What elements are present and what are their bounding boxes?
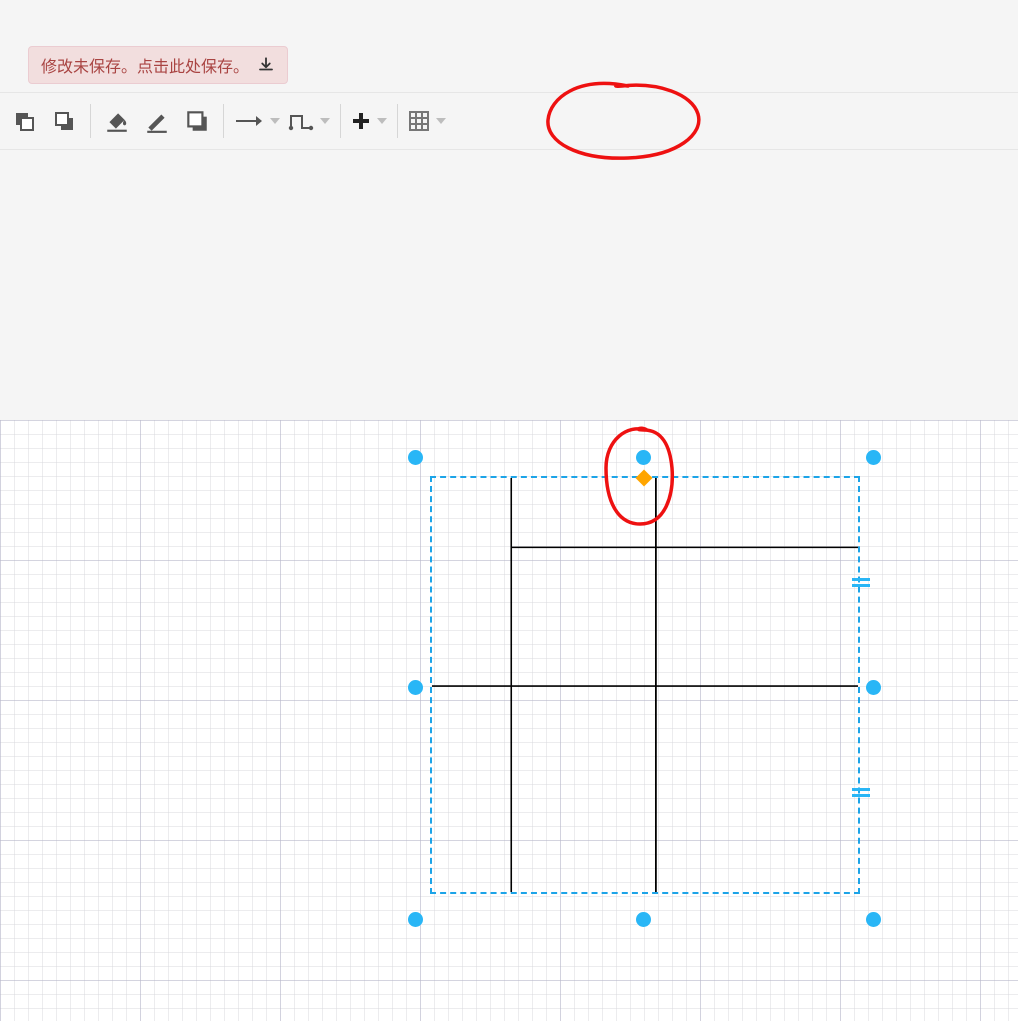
selected-table-shape[interactable]: [430, 476, 860, 894]
toolbar: [0, 92, 1018, 150]
selection-handle-w[interactable]: [408, 680, 423, 695]
canvas[interactable]: [0, 420, 1018, 1021]
table-inner-lines: [432, 478, 858, 892]
selection-handle-n[interactable]: [636, 450, 651, 465]
chevron-down-icon: [270, 118, 280, 124]
insert-dropdown[interactable]: [347, 101, 391, 141]
download-icon: [257, 56, 275, 74]
to-front-button[interactable]: [4, 101, 44, 141]
waypoint-style-dropdown[interactable]: [284, 101, 334, 141]
chevron-down-icon: [320, 118, 330, 124]
row-divider-handle[interactable]: [852, 578, 870, 588]
table-dropdown[interactable]: [404, 101, 450, 141]
chevron-down-icon: [377, 118, 387, 124]
selection-handle-nw[interactable]: [408, 450, 423, 465]
selection-handle-ne[interactable]: [866, 450, 881, 465]
selection-handle-s[interactable]: [636, 912, 651, 927]
row-divider-handle[interactable]: [852, 788, 870, 798]
toolbar-separator: [340, 104, 341, 138]
chevron-down-icon: [436, 118, 446, 124]
fill-color-button[interactable]: [97, 101, 137, 141]
toolbar-separator: [223, 104, 224, 138]
toolbar-separator: [90, 104, 91, 138]
selection-handle-se[interactable]: [866, 912, 881, 927]
selection-handle-sw[interactable]: [408, 912, 423, 927]
line-color-button[interactable]: [137, 101, 177, 141]
notice-text: 修改未保存。点击此处保存。: [41, 53, 249, 77]
toolbar-separator: [397, 104, 398, 138]
selection-handle-e[interactable]: [866, 680, 881, 695]
to-back-button[interactable]: [44, 101, 84, 141]
unsaved-changes-notice[interactable]: 修改未保存。点击此处保存。: [28, 46, 288, 84]
notice-area: 修改未保存。点击此处保存。: [0, 0, 1018, 92]
shadow-button[interactable]: [177, 101, 217, 141]
connection-arrow-dropdown[interactable]: [230, 101, 284, 141]
